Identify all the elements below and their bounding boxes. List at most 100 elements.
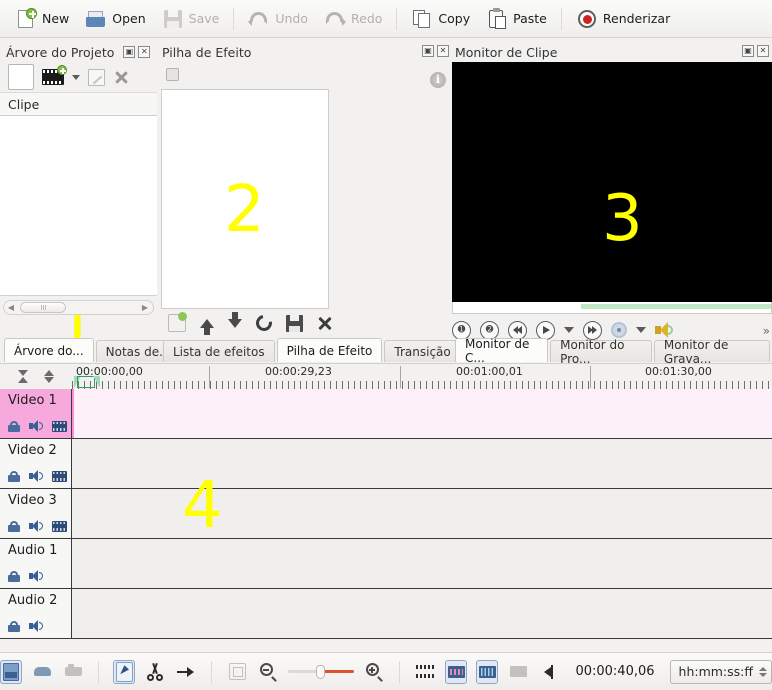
track-body-audio-2[interactable] xyxy=(72,589,772,638)
mute-speaker-icon[interactable] xyxy=(29,620,43,632)
tab-effect-list[interactable]: Lista de efeitos xyxy=(163,340,275,362)
snap-markers-button[interactable] xyxy=(538,660,560,684)
effect-stack-content[interactable]: 2 xyxy=(161,89,329,309)
tab-transition[interactable]: Transição xyxy=(384,340,460,362)
clip-monitor-float-button[interactable]: ▣ xyxy=(742,45,754,57)
expand-tracks-icon[interactable] xyxy=(44,370,54,383)
delete-effect-icon[interactable] xyxy=(317,315,333,331)
add-clip-dropdown-icon[interactable] xyxy=(72,75,80,80)
new-button[interactable]: New xyxy=(8,5,76,33)
timeline-track-video-3[interactable]: Video 3 4 xyxy=(0,489,772,539)
hide-video-icon[interactable] xyxy=(52,421,67,432)
volume-icon[interactable] xyxy=(655,322,673,338)
tab-project-tree[interactable]: Árvore do... xyxy=(4,338,94,362)
collapse-tracks-icon[interactable] xyxy=(18,370,28,383)
all-markers-toggle-button[interactable] xyxy=(414,660,436,684)
effect-enable-checkbox[interactable] xyxy=(166,68,179,81)
timeline-track-video-1[interactable]: Video 1 xyxy=(0,389,772,439)
track-header-video-1[interactable]: Video 1 xyxy=(0,389,72,438)
mute-speaker-icon[interactable] xyxy=(29,420,43,432)
project-tree-column-header[interactable]: Clipe xyxy=(0,92,157,116)
video-thumbnails-toggle-button[interactable] xyxy=(445,660,467,684)
effect-stack-close-button[interactable]: ✕ xyxy=(437,45,449,57)
razor-tool-button[interactable] xyxy=(0,660,22,684)
lock-icon[interactable] xyxy=(8,571,20,582)
timeline-track-audio-1[interactable]: Audio 1 xyxy=(0,539,772,589)
save-button[interactable]: Save xyxy=(155,5,227,33)
settings-gear-icon[interactable] xyxy=(611,322,627,338)
move-effect-up-icon[interactable] xyxy=(200,319,214,328)
timeline-playhead[interactable] xyxy=(74,376,100,389)
lock-icon[interactable] xyxy=(8,621,20,632)
copy-button[interactable]: Copy xyxy=(404,5,477,33)
play-button[interactable] xyxy=(536,321,555,340)
zoom-out-button[interactable] xyxy=(257,660,279,684)
paste-button[interactable]: Paste xyxy=(479,5,554,33)
timecode-format-spinner-icon[interactable] xyxy=(759,667,767,677)
lock-icon[interactable] xyxy=(8,521,20,532)
monitor-overflow-button[interactable]: » xyxy=(763,324,770,338)
settings-dropdown-icon[interactable] xyxy=(636,327,646,333)
open-button[interactable]: Open xyxy=(78,5,152,33)
lock-icon[interactable] xyxy=(8,471,20,482)
effect-stack-float-button[interactable]: ▣ xyxy=(422,45,434,57)
delete-clip-icon[interactable] xyxy=(113,69,129,85)
track-body-video-2[interactable] xyxy=(72,439,772,488)
tab-record-monitor[interactable]: Monitor de Grava... xyxy=(654,340,770,362)
project-tree-close-button[interactable]: ✕ xyxy=(138,46,150,58)
scroll-thumb[interactable] xyxy=(20,302,66,313)
tab-project-monitor[interactable]: Monitor do Pro... xyxy=(550,340,652,362)
hide-video-icon[interactable] xyxy=(52,521,67,532)
track-header-audio-2[interactable]: Audio 2 xyxy=(0,589,72,638)
info-icon[interactable]: i xyxy=(430,72,446,88)
hide-video-icon[interactable] xyxy=(52,471,67,482)
add-clip-icon[interactable] xyxy=(42,69,64,85)
markers-toggle-button[interactable] xyxy=(507,660,529,684)
clip-monitor-progress-bar[interactable] xyxy=(452,302,772,314)
tab-effect-stack[interactable]: Pilha de Efeito xyxy=(277,338,383,362)
cut-tool-button[interactable] xyxy=(144,660,166,684)
timeline-ruler[interactable]: 00:00:00,00 00:00:29,23 00:01:00,01 00:0… xyxy=(72,364,772,389)
timeline-track-audio-2[interactable]: Audio 2 xyxy=(0,589,772,639)
track-header-video-2[interactable]: Video 2 xyxy=(0,439,72,488)
move-effect-down-icon[interactable] xyxy=(228,319,242,328)
reset-effect-icon[interactable] xyxy=(253,312,275,334)
audio-thumbnails-toggle-button[interactable] xyxy=(476,660,498,684)
project-tree-float-button[interactable]: ▣ xyxy=(123,46,135,58)
tab-clip-monitor[interactable]: Monitor de C... xyxy=(455,338,548,362)
mute-speaker-icon[interactable] xyxy=(29,520,43,532)
clip-monitor-close-button[interactable]: ✕ xyxy=(757,45,769,57)
track-header-video-3[interactable]: Video 3 xyxy=(0,489,72,538)
zoom-slider-thumb[interactable] xyxy=(316,665,325,679)
track-body-video-1[interactable] xyxy=(72,389,772,438)
insert-tool-button[interactable] xyxy=(175,660,197,684)
zoom-in-button[interactable] xyxy=(363,660,385,684)
edit-clip-icon[interactable] xyxy=(88,69,105,86)
snap-toggle-button[interactable] xyxy=(226,660,248,684)
project-tree-list[interactable]: 1 xyxy=(0,116,157,296)
project-tree-horizontal-scrollbar[interactable]: ◀ ▶ xyxy=(3,300,154,315)
redo-button[interactable]: Redo xyxy=(317,5,389,33)
clip-monitor-screen[interactable]: 3 xyxy=(452,62,772,302)
lock-icon[interactable] xyxy=(8,421,20,432)
mute-speaker-icon[interactable] xyxy=(29,570,43,582)
track-body-video-3[interactable]: 4 xyxy=(72,489,772,538)
track-header-audio-1[interactable]: Audio 1 xyxy=(0,539,72,588)
selection-tool-button[interactable] xyxy=(113,660,135,684)
track-body-audio-1[interactable] xyxy=(72,539,772,588)
mute-speaker-icon[interactable] xyxy=(29,470,43,482)
add-effect-icon[interactable] xyxy=(168,314,186,332)
spacer-tool-button[interactable] xyxy=(31,660,53,684)
scroll-left-arrow-icon[interactable]: ◀ xyxy=(4,301,18,314)
render-button[interactable]: Renderizar xyxy=(569,5,677,33)
timeline-track-video-2[interactable]: Video 2 xyxy=(0,439,772,489)
save-effect-icon[interactable] xyxy=(286,315,303,332)
play-options-dropdown-icon[interactable] xyxy=(564,327,574,333)
resize-tool-button[interactable] xyxy=(62,660,84,684)
zoom-slider[interactable] xyxy=(288,665,354,679)
undo-button[interactable]: Undo xyxy=(241,5,315,33)
timeline-timecode[interactable]: 00:00:40,06 xyxy=(575,664,654,679)
scroll-right-arrow-icon[interactable]: ▶ xyxy=(138,301,152,314)
project-tree-blank-button[interactable] xyxy=(8,64,34,90)
timecode-format-combo[interactable]: hh:mm:ss:ff xyxy=(670,660,772,684)
